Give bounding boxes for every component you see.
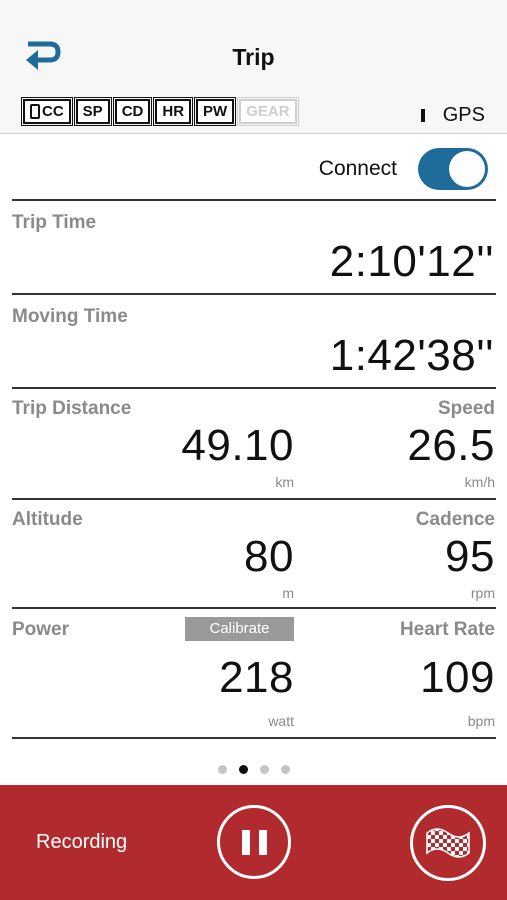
divider	[12, 387, 496, 389]
connect-row: Connect	[0, 144, 507, 196]
sensor-label: HR	[162, 103, 185, 120]
speed-label: Speed	[437, 398, 495, 419]
power-unit: watt	[268, 713, 294, 729]
power-value: 218	[219, 653, 294, 702]
speed-unit: km/h	[464, 474, 495, 490]
heart-rate-value: 109	[420, 653, 495, 702]
sensor-badge-hr: HR	[153, 97, 194, 126]
trip-distance-value: 49.10	[181, 421, 294, 470]
sensor-badge-cd: CD	[112, 97, 153, 126]
trip-distance-unit: km	[275, 474, 294, 490]
sensor-badge-cc: CC	[21, 97, 73, 126]
checkered-flag-icon	[426, 828, 470, 858]
divider	[12, 199, 496, 201]
divider	[12, 607, 496, 609]
sensor-label: PW	[203, 103, 228, 120]
pause-icon	[241, 829, 250, 855]
page-dot[interactable]	[280, 765, 290, 774]
speed-value: 26.5	[407, 421, 495, 470]
divider	[12, 498, 496, 500]
gps-label: GPS	[442, 104, 485, 126]
cadence-label: Cadence	[415, 509, 495, 530]
page-dot[interactable]	[259, 765, 269, 774]
sensor-list: CC SP CD HR PW GEAR	[21, 97, 299, 126]
sensor-label: GEAR	[246, 103, 290, 120]
page-title: Trip	[232, 44, 275, 70]
phone-icon	[30, 104, 40, 119]
altitude-unit: m	[282, 585, 294, 601]
sensor-label: CD	[121, 103, 144, 120]
calibrate-button[interactable]: Calibrate	[185, 617, 294, 641]
sensor-badge-pw: PW	[194, 97, 237, 126]
finish-button[interactable]	[410, 805, 486, 881]
pause-button[interactable]	[217, 805, 291, 879]
page-dot-active[interactable]	[238, 765, 248, 774]
divider	[12, 737, 496, 739]
page-indicator[interactable]	[0, 765, 507, 774]
cadence-value: 95	[445, 532, 495, 581]
page-dot[interactable]	[217, 765, 227, 774]
altitude-value: 80	[244, 532, 294, 581]
divider	[12, 293, 496, 295]
sensor-status-bar: CC SP CD HR PW GEAR GPS	[0, 92, 507, 134]
sensor-badge-sp: SP	[73, 97, 112, 126]
altitude-label: Altitude	[12, 509, 83, 530]
connect-toggle[interactable]	[418, 148, 488, 190]
trip-distance-label: Trip Distance	[12, 398, 132, 419]
trip-time-label: Trip Time	[12, 212, 97, 233]
recording-bar: Recording	[0, 785, 507, 900]
sensor-label: CC	[42, 103, 64, 120]
heart-rate-label: Heart Rate	[399, 619, 495, 640]
nav-bar: Trip	[0, 0, 507, 92]
trip-time-value: 2:10'12''	[329, 237, 494, 286]
cadence-unit: rpm	[470, 585, 495, 601]
recording-label: Recording	[36, 831, 128, 853]
power-label: Power	[12, 619, 70, 640]
toggle-knob	[449, 151, 485, 187]
pause-icon	[258, 829, 267, 855]
sensor-label: SP	[82, 103, 103, 120]
sensor-badge-gear: GEAR	[237, 97, 299, 126]
moving-time-label: Moving Time	[12, 306, 128, 327]
gps-status: GPS	[420, 104, 485, 127]
heart-rate-unit: bpm	[467, 713, 495, 729]
gps-signal-icon	[420, 109, 425, 122]
connect-label: Connect	[318, 157, 397, 180]
moving-time-value: 1:42'38''	[329, 331, 494, 380]
